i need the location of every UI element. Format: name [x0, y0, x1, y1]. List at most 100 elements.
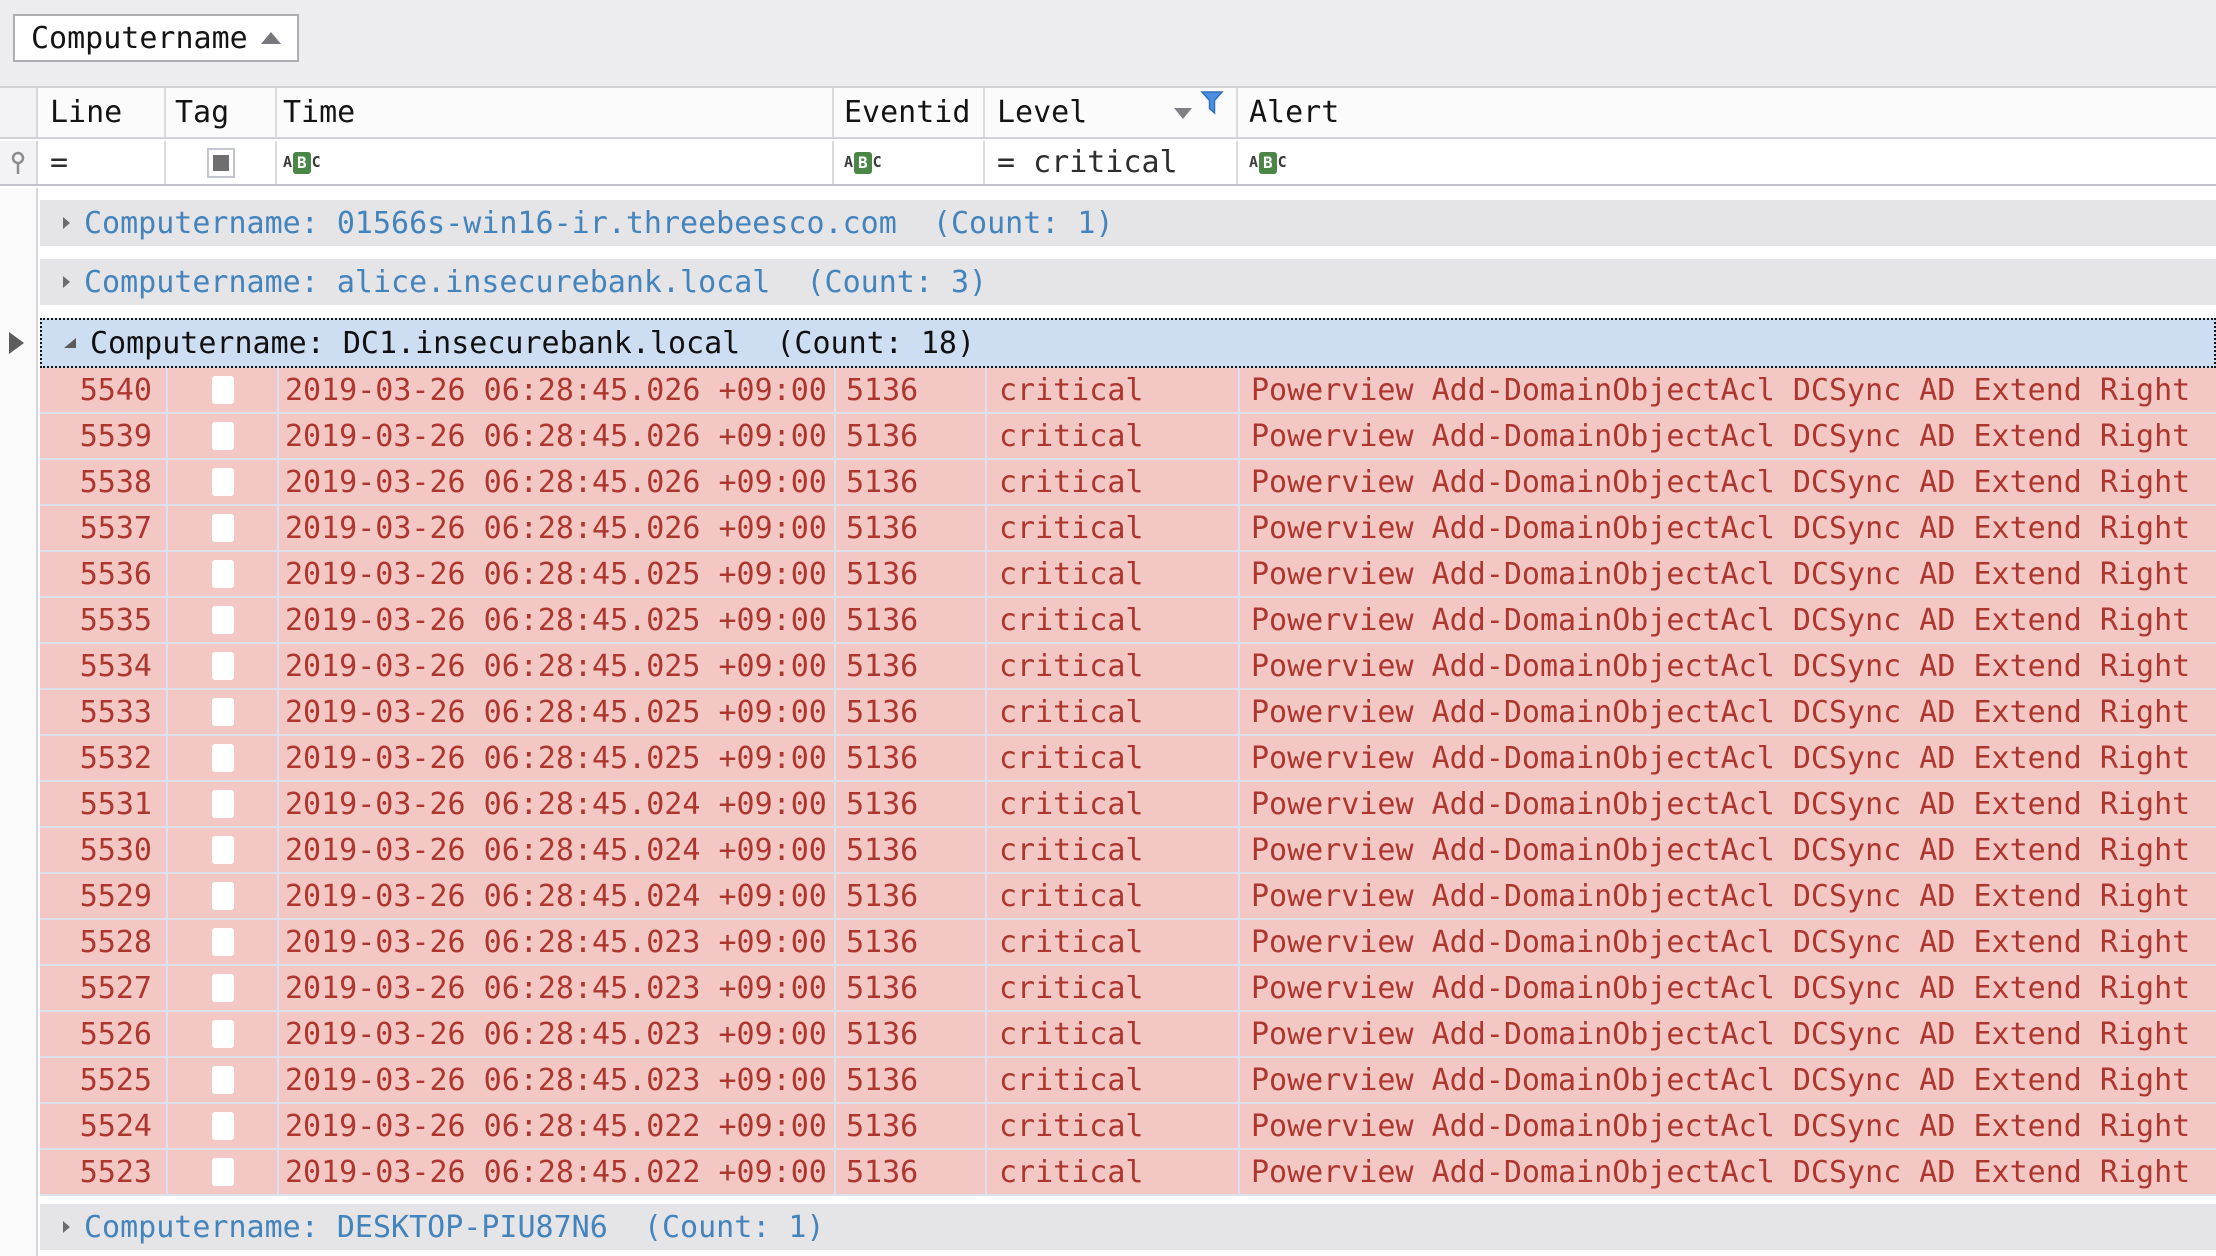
filter-input-line[interactable]: = — [38, 141, 166, 184]
column-header-eventid[interactable]: Eventid — [834, 88, 985, 137]
group-row-label: Computername: DC1.insecurebank.local (Co… — [90, 326, 975, 361]
cell-line: 5534 — [40, 644, 168, 688]
filter-input-eventid[interactable]: ABC — [834, 141, 985, 184]
cell-eventid: 5136 — [836, 1104, 987, 1148]
tag-checkbox[interactable] — [212, 468, 234, 496]
cell-tag — [168, 414, 279, 458]
cell-tag — [168, 1058, 279, 1102]
cell-time: 2019-03-26 06:28:45.026 +09:00 — [279, 460, 836, 504]
line-filter-value: = — [50, 145, 68, 180]
tag-checkbox[interactable] — [212, 606, 234, 634]
group-row-alice[interactable]: Computername: alice.insecurebank.local (… — [40, 259, 2216, 305]
table-row[interactable]: 5537 2019-03-26 06:28:45.026 +09:00 5136… — [40, 506, 2216, 552]
cell-level: critical — [987, 368, 1240, 412]
table-row[interactable]: 5530 2019-03-26 06:28:45.024 +09:00 5136… — [40, 828, 2216, 874]
cell-eventid: 5136 — [836, 414, 987, 458]
table-row[interactable]: 5532 2019-03-26 06:28:45.025 +09:00 5136… — [40, 736, 2216, 782]
cell-level: critical — [987, 966, 1240, 1010]
cell-tag — [168, 874, 279, 918]
cell-time: 2019-03-26 06:28:45.026 +09:00 — [279, 368, 836, 412]
column-header-time[interactable]: Time — [277, 88, 834, 137]
cell-eventid: 5136 — [836, 782, 987, 826]
cell-line: 5537 — [40, 506, 168, 550]
table-row[interactable]: 5535 2019-03-26 06:28:45.025 +09:00 5136… — [40, 598, 2216, 644]
table-row[interactable]: 5524 2019-03-26 06:28:45.022 +09:00 5136… — [40, 1104, 2216, 1150]
tag-checkbox[interactable] — [212, 882, 234, 910]
table-row[interactable]: 5540 2019-03-26 06:28:45.026 +09:00 5136… — [40, 368, 2216, 414]
cell-alert: Powerview Add-DomainObjectAcl DCSync AD … — [1240, 598, 2216, 642]
cell-time: 2019-03-26 06:28:45.023 +09:00 — [279, 966, 836, 1010]
tag-checkbox[interactable] — [212, 1158, 234, 1186]
collapse-expand-icon[interactable] — [60, 333, 80, 353]
tag-checkbox[interactable] — [212, 1112, 234, 1140]
cell-alert: Powerview Add-DomainObjectAcl DCSync AD … — [1240, 1012, 2216, 1056]
cell-level: critical — [987, 1012, 1240, 1056]
cell-time: 2019-03-26 06:28:45.023 +09:00 — [279, 1012, 836, 1056]
table-row[interactable]: 5528 2019-03-26 06:28:45.023 +09:00 5136… — [40, 920, 2216, 966]
table-row[interactable]: 5525 2019-03-26 06:28:45.023 +09:00 5136… — [40, 1058, 2216, 1104]
tag-checkbox[interactable] — [212, 1066, 234, 1094]
table-row[interactable]: 5531 2019-03-26 06:28:45.024 +09:00 5136… — [40, 782, 2216, 828]
tag-checkbox[interactable] — [212, 514, 234, 542]
level-dropdown-icon[interactable] — [1174, 108, 1192, 119]
column-header-time-label: Time — [283, 95, 355, 130]
tag-checkbox[interactable] — [212, 560, 234, 588]
tag-checkbox[interactable] — [212, 744, 234, 772]
cell-level: critical — [987, 690, 1240, 734]
collapse-expand-icon[interactable] — [58, 213, 74, 233]
cell-time: 2019-03-26 06:28:45.022 +09:00 — [279, 1104, 836, 1148]
table-row[interactable]: 5526 2019-03-26 06:28:45.023 +09:00 5136… — [40, 1012, 2216, 1058]
tag-checkbox[interactable] — [212, 928, 234, 956]
cell-tag — [168, 1150, 279, 1194]
cell-eventid: 5136 — [836, 368, 987, 412]
filter-pin-icon — [9, 150, 27, 176]
column-header-alert[interactable]: Alert — [1238, 88, 2216, 137]
tag-checkbox[interactable] — [212, 652, 234, 680]
group-row-dc1-selected[interactable]: Computername: DC1.insecurebank.local (Co… — [40, 318, 2216, 368]
cell-line: 5538 — [40, 460, 168, 504]
level-active-filter-funnel-icon[interactable] — [1200, 90, 1224, 116]
abc-text-filter-icon: ABC — [844, 152, 882, 174]
table-row[interactable]: 5534 2019-03-26 06:28:45.025 +09:00 5136… — [40, 644, 2216, 690]
tag-checkbox[interactable] — [212, 836, 234, 864]
tag-filter-checkbox[interactable] — [207, 148, 235, 178]
column-header-line[interactable]: Line — [38, 88, 166, 137]
cell-line: 5539 — [40, 414, 168, 458]
column-header-tag-label: Tag — [175, 95, 229, 130]
cell-time: 2019-03-26 06:28:45.024 +09:00 — [279, 828, 836, 872]
cell-time: 2019-03-26 06:28:45.025 +09:00 — [279, 690, 836, 734]
column-header-level[interactable]: Level — [985, 88, 1238, 137]
cell-alert: Powerview Add-DomainObjectAcl DCSync AD … — [1240, 782, 2216, 826]
table-row[interactable]: 5527 2019-03-26 06:28:45.023 +09:00 5136… — [40, 966, 2216, 1012]
group-by-computername-button[interactable]: Computername — [13, 14, 299, 62]
cell-alert: Powerview Add-DomainObjectAcl DCSync AD … — [1240, 368, 2216, 412]
column-header-tag[interactable]: Tag — [166, 88, 277, 137]
group-row-01566s[interactable]: Computername: 01566s-win16-ir.threebeesc… — [40, 200, 2216, 246]
timeline-explorer-grid: Computername Line Tag Time Eventid Level… — [0, 0, 2216, 1256]
cell-line: 5526 — [40, 1012, 168, 1056]
tag-checkbox[interactable] — [212, 376, 234, 404]
tag-checkbox[interactable] — [212, 1020, 234, 1048]
tag-checkbox[interactable] — [212, 790, 234, 818]
cell-line: 5533 — [40, 690, 168, 734]
filter-input-alert[interactable]: ABC — [1238, 141, 2216, 184]
tag-checkbox[interactable] — [212, 422, 234, 450]
tag-checkbox[interactable] — [212, 698, 234, 726]
table-row[interactable]: 5523 2019-03-26 06:28:45.022 +09:00 5136… — [40, 1150, 2216, 1196]
abc-text-filter-icon: ABC — [1249, 152, 1287, 174]
cell-level: critical — [987, 1058, 1240, 1102]
filter-input-time[interactable]: ABC — [277, 141, 834, 184]
collapse-expand-icon[interactable] — [58, 1217, 74, 1237]
table-row[interactable]: 5536 2019-03-26 06:28:45.025 +09:00 5136… — [40, 552, 2216, 598]
cell-time: 2019-03-26 06:28:45.025 +09:00 — [279, 552, 836, 596]
tag-checkbox[interactable] — [212, 974, 234, 1002]
table-row[interactable]: 5529 2019-03-26 06:28:45.024 +09:00 5136… — [40, 874, 2216, 920]
table-row[interactable]: 5539 2019-03-26 06:28:45.026 +09:00 5136… — [40, 414, 2216, 460]
filter-input-level[interactable]: = critical — [985, 141, 1238, 184]
table-row[interactable]: 5533 2019-03-26 06:28:45.025 +09:00 5136… — [40, 690, 2216, 736]
table-row[interactable]: 5538 2019-03-26 06:28:45.026 +09:00 5136… — [40, 460, 2216, 506]
cell-alert: Powerview Add-DomainObjectAcl DCSync AD … — [1240, 506, 2216, 550]
group-row-desktop-piu87n6[interactable]: Computername: DESKTOP-PIU87N6 (Count: 1) — [40, 1204, 2216, 1250]
filter-input-tag[interactable] — [166, 141, 277, 184]
collapse-expand-icon[interactable] — [58, 272, 74, 292]
